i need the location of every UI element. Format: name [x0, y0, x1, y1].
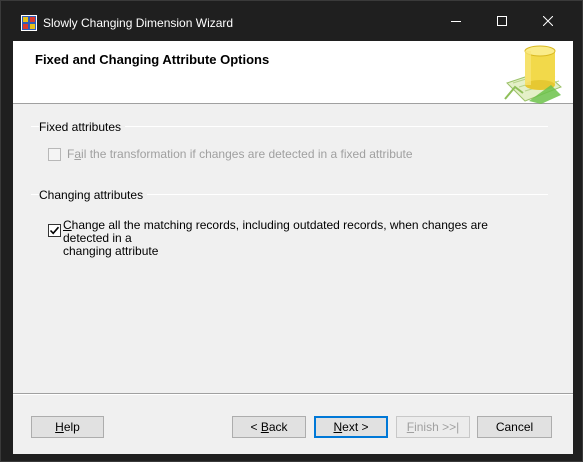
changing-attributes-label: Changing attributes	[39, 188, 148, 202]
wizard-app-icon	[21, 15, 37, 31]
next-button[interactable]: Next >	[314, 416, 388, 438]
cancel-button[interactable]: Cancel	[477, 416, 552, 438]
finish-button[interactable]: Finish >>|	[396, 416, 470, 438]
minimize-icon	[451, 21, 461, 22]
back-button[interactable]: < Back	[232, 416, 306, 438]
button-area-divider	[13, 393, 573, 395]
maximize-icon	[497, 16, 507, 26]
change-all-records-label: Change all the matching records, includi…	[63, 219, 533, 258]
database-dimension-icon	[504, 45, 562, 104]
fail-on-fixed-change-label: Fail the transformation if changes are d…	[67, 147, 413, 161]
change-all-records-checkbox[interactable]	[48, 224, 61, 237]
help-button[interactable]: Help	[31, 416, 104, 438]
maximize-button[interactable]	[479, 1, 525, 41]
dialog-client-area: Fixed and Changing Attribute Options Fix…	[13, 41, 573, 454]
title-bar[interactable]: Slowly Changing Dimension Wizard	[1, 1, 582, 41]
page-title: Fixed and Changing Attribute Options	[35, 52, 270, 67]
fixed-attributes-label: Fixed attributes	[39, 120, 126, 134]
wizard-window: Slowly Changing Dimension Wizard Fixed a…	[0, 0, 583, 462]
close-button[interactable]	[525, 1, 571, 41]
fail-on-fixed-change-checkbox[interactable]	[48, 148, 61, 161]
change-all-records-label-line2: changing attribute	[63, 244, 159, 258]
change-all-records-label-line1: Change all the matching records, includi…	[63, 218, 488, 245]
close-icon	[543, 16, 553, 26]
checkmark-icon	[49, 226, 60, 235]
window-title: Slowly Changing Dimension Wizard	[43, 16, 234, 30]
wizard-header: Fixed and Changing Attribute Options	[13, 41, 573, 104]
minimize-button[interactable]	[433, 1, 479, 41]
